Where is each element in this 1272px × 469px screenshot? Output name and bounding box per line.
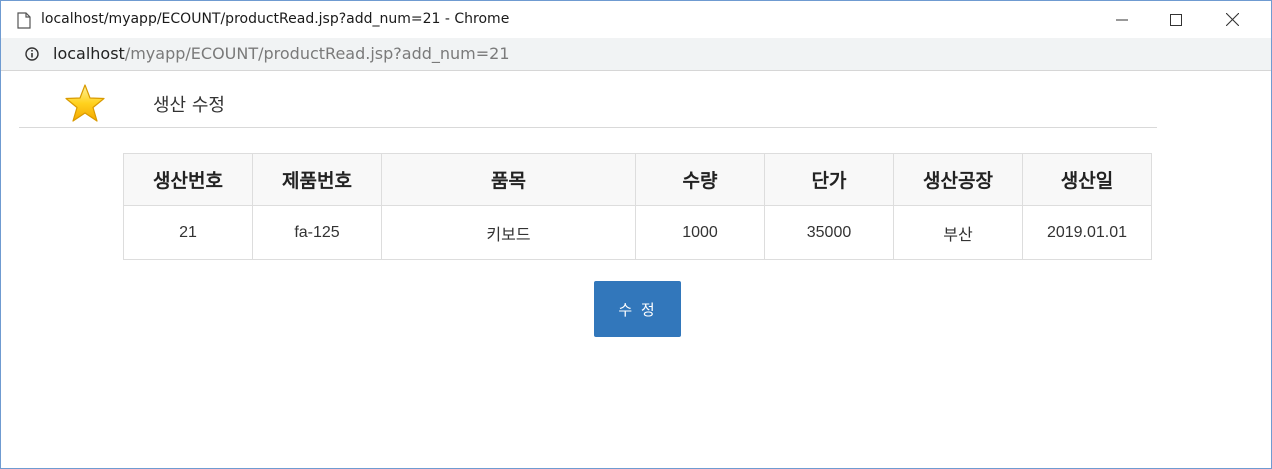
cell-product-no: fa-125 xyxy=(252,205,382,260)
cell-factory: 부산 xyxy=(893,205,1023,260)
close-button[interactable] xyxy=(1209,1,1255,38)
browser-window: localhost/myapp/ECOUNT/productRead.jsp?a… xyxy=(0,0,1272,469)
address-bar[interactable]: localhost/myapp/ECOUNT/productRead.jsp?a… xyxy=(1,38,1271,71)
page-icon xyxy=(17,12,31,29)
cell-quantity: 1000 xyxy=(635,205,765,260)
maximize-icon xyxy=(1170,13,1182,26)
page-content: 생산 수정 생산번호 제품번호 품목 수량 단가 생산공장 생산일 21 fa-… xyxy=(1,71,1271,468)
edit-button[interactable]: 수 정 xyxy=(594,281,681,337)
cell-item: 키보드 xyxy=(381,205,636,260)
window-title: localhost/myapp/ECOUNT/productRead.jsp?a… xyxy=(41,11,510,27)
header-production-no: 생산번호 xyxy=(123,153,253,206)
url-text[interactable]: localhost/myapp/ECOUNT/productRead.jsp?a… xyxy=(53,44,510,63)
page-header: 생산 수정 xyxy=(19,71,1157,128)
table-header-row: 생산번호 제품번호 품목 수량 단가 생산공장 생산일 xyxy=(123,153,1152,206)
header-factory: 생산공장 xyxy=(893,153,1023,206)
url-path: /myapp/ECOUNT/productRead.jsp?add_num=21 xyxy=(124,44,510,63)
header-production-date: 생산일 xyxy=(1022,153,1152,206)
product-table: 생산번호 제품번호 품목 수량 단가 생산공장 생산일 21 fa-125 키보… xyxy=(123,153,1152,260)
info-icon[interactable] xyxy=(25,47,39,61)
close-icon xyxy=(1225,13,1239,26)
header-quantity: 수량 xyxy=(635,153,765,206)
page-title: 생산 수정 xyxy=(153,95,225,116)
cell-production-no: 21 xyxy=(123,205,253,260)
cell-production-date: 2019.01.01 xyxy=(1022,205,1152,260)
cell-unit-price: 35000 xyxy=(764,205,894,260)
minimize-icon xyxy=(1116,19,1128,20)
minimize-button[interactable] xyxy=(1099,1,1145,38)
header-product-no: 제품번호 xyxy=(252,153,382,206)
maximize-button[interactable] xyxy=(1153,1,1199,38)
table-row: 21 fa-125 키보드 1000 35000 부산 2019.01.01 xyxy=(123,205,1152,260)
url-host: localhost xyxy=(53,44,125,63)
header-item: 품목 xyxy=(381,153,636,206)
title-bar: localhost/myapp/ECOUNT/productRead.jsp?a… xyxy=(1,1,1271,38)
header-unit-price: 단가 xyxy=(764,153,894,206)
star-icon xyxy=(65,84,105,122)
